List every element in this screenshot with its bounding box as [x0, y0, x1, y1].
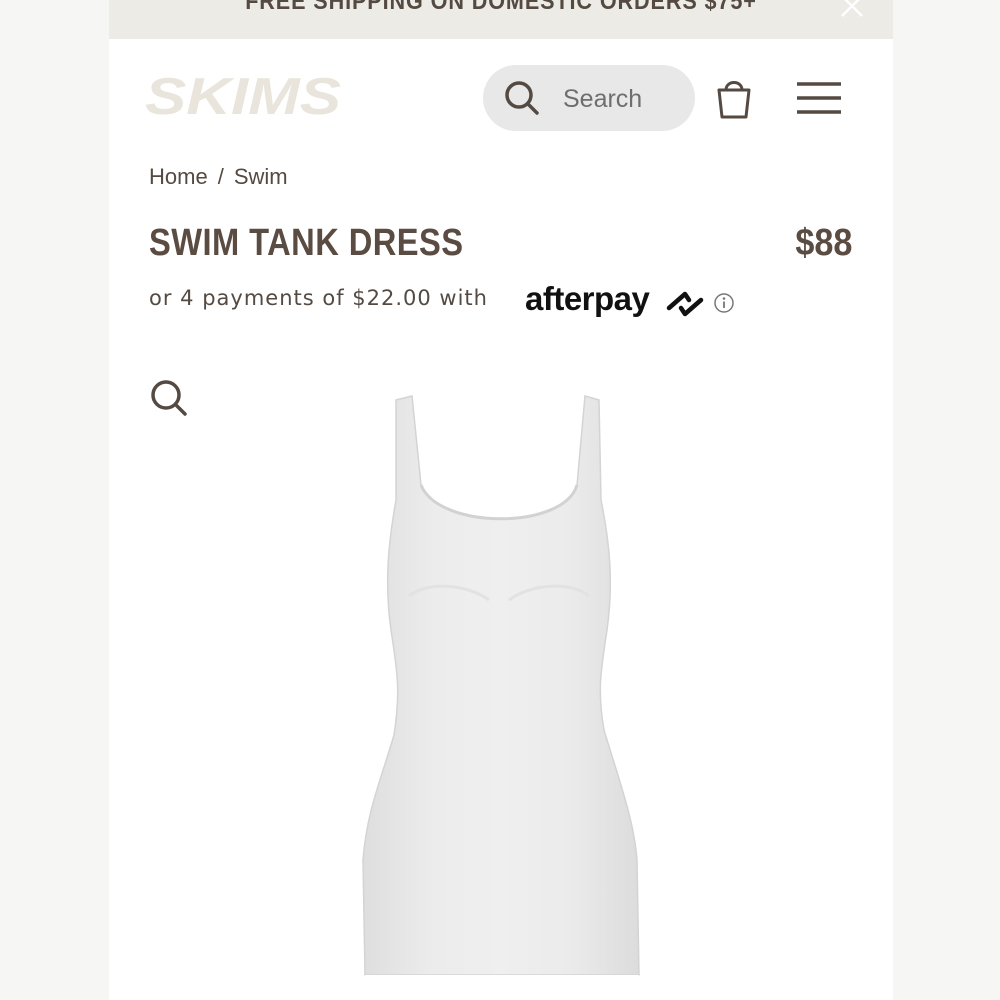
breadcrumb: Home / Swim: [149, 164, 288, 190]
search-icon: [505, 81, 539, 115]
product-title: SWIM TANK DRESS: [149, 222, 464, 264]
product-price: $88: [794, 222, 852, 264]
dress-shape: [362, 395, 640, 976]
search-input[interactable]: [561, 82, 685, 116]
info-icon[interactable]: [713, 292, 735, 314]
breadcrumb-swim[interactable]: Swim: [234, 164, 288, 189]
background-right: [893, 0, 1000, 1000]
product-image[interactable]: [109, 390, 893, 1000]
afterpay-logo-icon: [666, 291, 704, 317]
afterpay-wordmark: afterpay: [525, 280, 650, 317]
page-frame: FREE SHIPPING ON DOMESTIC ORDERS $75+ SK…: [109, 0, 893, 1000]
hamburger-menu-icon[interactable]: [795, 80, 843, 116]
background-left: [0, 0, 109, 1000]
breadcrumb-separator: /: [217, 164, 224, 189]
breadcrumb-home[interactable]: Home: [149, 164, 208, 189]
search-bar[interactable]: [483, 65, 695, 131]
promo-banner: FREE SHIPPING ON DOMESTIC ORDERS $75+: [109, 0, 893, 39]
installment-text: or 4 payments of $22.00 with: [149, 286, 488, 310]
promo-banner-text: FREE SHIPPING ON DOMESTIC ORDERS $75+: [245, 0, 757, 15]
logo[interactable]: SKIMS: [145, 66, 345, 122]
logo-text: SKIMS: [145, 68, 341, 122]
close-icon[interactable]: [837, 0, 867, 24]
shopping-bag-icon[interactable]: [715, 76, 753, 120]
